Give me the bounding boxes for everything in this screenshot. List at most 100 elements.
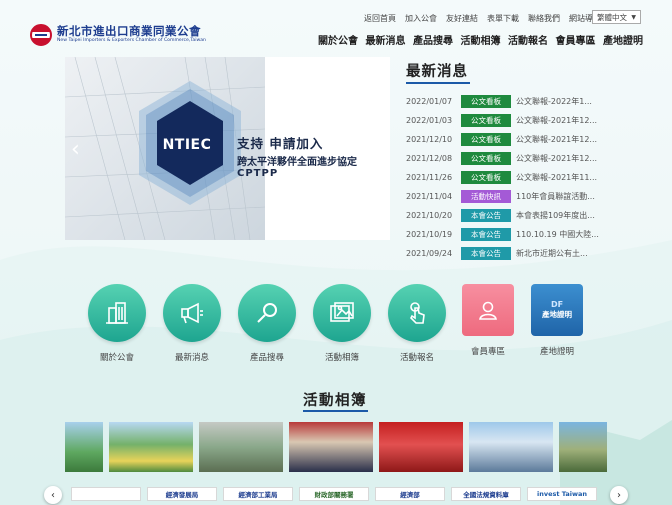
- chevron-left-icon[interactable]: ‹: [44, 486, 62, 504]
- quick-link-news[interactable]: 最新消息: [157, 284, 227, 363]
- album-photo[interactable]: [379, 422, 463, 472]
- partner-logo[interactable]: 經濟部: [375, 487, 445, 501]
- banner-subtitle: 跨太平洋夥伴全面進步協定: [237, 157, 357, 168]
- quick-link-certificate[interactable]: DF 產地證明 產地證明: [522, 284, 592, 357]
- quick-link-label: 活動報名: [399, 353, 434, 363]
- news-tag: 公文看板: [461, 114, 511, 127]
- album-photo[interactable]: [289, 422, 373, 472]
- quick-link-label: 最新消息: [174, 353, 209, 363]
- certificate-badge-text: 產地證明: [542, 310, 572, 319]
- news-text[interactable]: 公文聯報-2021年12...: [516, 153, 597, 164]
- banner-subtitle-cptpp: CPTPP: [237, 168, 279, 179]
- quick-link-label: 產地證明: [539, 347, 574, 357]
- partner-logo[interactable]: 經濟部工業局: [223, 487, 293, 501]
- news-text[interactable]: 110年會員聯誼活動...: [516, 191, 595, 202]
- quick-link-label: 產品搜尋: [249, 353, 284, 363]
- news-text[interactable]: 本會表揚109年度出...: [516, 210, 595, 221]
- link-join[interactable]: 加入公會: [405, 13, 437, 24]
- news-heading: 最新消息: [406, 64, 468, 80]
- nav-about[interactable]: 關於公會: [318, 32, 358, 47]
- news-tag: 公文看板: [461, 95, 511, 108]
- news-item[interactable]: 2022/01/03 公文看板 公文聯報-2021年12...: [406, 111, 666, 130]
- partner-logo[interactable]: [71, 487, 141, 501]
- partner-logo[interactable]: 經濟發展局: [147, 487, 217, 501]
- banner-hex-label: NTIEC: [162, 137, 212, 153]
- magnifier-icon: [238, 284, 296, 342]
- news-date: 2022/01/07: [406, 97, 453, 106]
- quick-link-product-search[interactable]: 產品搜尋: [232, 284, 302, 363]
- main-nav: 關於公會 最新消息 產品搜尋 活動相簿 活動報名 會員專區 產地證明: [318, 32, 651, 47]
- news-item[interactable]: 2021/11/04 活動快訊 110年會員聯誼活動...: [406, 187, 666, 206]
- album-photo[interactable]: [559, 422, 607, 472]
- link-contact[interactable]: 聯絡我們: [528, 13, 560, 24]
- logo-chinese-name: 新北市進出口商業同業公會: [57, 23, 201, 38]
- album-heading-rule: [303, 410, 368, 412]
- nav-news[interactable]: 最新消息: [366, 32, 406, 47]
- news-tag: 本會公告: [461, 247, 511, 260]
- news-text[interactable]: 110.10.19 中國大陸...: [516, 229, 599, 240]
- partner-logo[interactable]: 財政部關務署: [299, 487, 369, 501]
- partner-links: 經濟發展局 經濟部工業局 財政部關務署 經濟部 全國法規資料庫 invest T…: [65, 487, 605, 505]
- site-header: 新北市進出口商業同業公會 New Taipei Importers & Expo…: [0, 0, 672, 52]
- news-date: 2021/12/08: [406, 154, 453, 163]
- news-text[interactable]: 公文聯報-2021年11...: [516, 172, 597, 183]
- link-home[interactable]: 返回首頁: [364, 13, 396, 24]
- news-text[interactable]: 公文聯報-2021年12...: [516, 134, 597, 145]
- megaphone-icon: [163, 284, 221, 342]
- news-text[interactable]: 新北市近期公有土...: [516, 248, 588, 259]
- nav-members[interactable]: 會員專區: [556, 32, 596, 47]
- news-item[interactable]: 2021/12/10 公文看板 公文聯報-2021年12...: [406, 130, 666, 149]
- building-icon: [88, 284, 146, 342]
- quick-link-label: 會員專區: [470, 347, 505, 357]
- news-item[interactable]: 2021/12/08 公文看板 公文聯報-2021年12...: [406, 149, 666, 168]
- news-item[interactable]: 2021/10/20 本會公告 本會表揚109年度出...: [406, 206, 666, 225]
- album-carousel: [65, 422, 607, 472]
- quick-link-about[interactable]: 關於公會: [82, 284, 152, 363]
- language-selected: 繁體中文: [597, 12, 627, 22]
- certificate-icon: DF 產地證明: [531, 284, 583, 336]
- news-tag: 公文看板: [461, 171, 511, 184]
- news-date: 2022/01/03: [406, 116, 453, 125]
- album-photo[interactable]: [469, 422, 553, 472]
- nav-certificate[interactable]: 產地證明: [603, 32, 643, 47]
- quick-link-members[interactable]: 會員專區: [453, 284, 523, 357]
- nav-registration[interactable]: 活動報名: [508, 32, 548, 47]
- certificate-badge-top: DF: [550, 300, 564, 309]
- banner-title: 支持 申請加入: [237, 136, 324, 151]
- news-item[interactable]: 2022/01/07 公文看板 公文聯報-2022年1...: [406, 92, 666, 111]
- chevron-left-icon[interactable]: ‹: [71, 137, 80, 162]
- quick-links: 關於公會 最新消息 產品搜尋 活動相簿 活動報名 會員專區 DF 產地證明 產地…: [0, 284, 672, 374]
- news-text[interactable]: 公文聯報-2021年12...: [516, 115, 597, 126]
- news-tag: 公文看板: [461, 152, 511, 165]
- album-photo[interactable]: [199, 422, 283, 472]
- partner-logo[interactable]: invest Taiwan: [527, 487, 597, 501]
- quick-link-album[interactable]: 活動相簿: [307, 284, 377, 363]
- album-photo[interactable]: [65, 422, 103, 472]
- news-date: 2021/11/26: [406, 173, 453, 182]
- news-text[interactable]: 公文聯報-2022年1...: [516, 96, 592, 107]
- quick-link-label: 關於公會: [99, 353, 134, 363]
- nav-album[interactable]: 活動相簿: [461, 32, 501, 47]
- logo-english-name: New Taipei Importers & Exporters Chamber…: [57, 38, 206, 44]
- utility-links: 返回首頁 加入公會 友好連結 表單下載 聯絡我們 網站導覽: [364, 13, 610, 24]
- hero-banner[interactable]: NTIEC ‹ 支持 申請加入 跨太平洋夥伴全面進步協定 CPTPP: [65, 57, 390, 240]
- news-item[interactable]: 2021/10/19 本會公告 110.10.19 中國大陸...: [406, 225, 666, 244]
- news-item[interactable]: 2021/09/24 本會公告 新北市近期公有土...: [406, 244, 666, 263]
- photo-album-icon: [313, 284, 371, 342]
- site-logo[interactable]: 新北市進出口商業同業公會 New Taipei Importers & Expo…: [30, 24, 206, 46]
- language-select[interactable]: 繁體中文 ▼: [592, 10, 641, 24]
- partner-logo[interactable]: 全國法規資料庫: [451, 487, 521, 501]
- quick-link-registration[interactable]: 活動報名: [382, 284, 452, 363]
- news-tag: 本會公告: [461, 228, 511, 241]
- nav-product-search[interactable]: 產品搜尋: [413, 32, 453, 47]
- news-list: 2022/01/07 公文看板 公文聯報-2022年1... 2022/01/0…: [406, 92, 666, 263]
- chamber-emblem-icon: [30, 24, 52, 46]
- news-tag: 公文看板: [461, 133, 511, 146]
- link-friends[interactable]: 友好連結: [446, 13, 478, 24]
- album-photo[interactable]: [109, 422, 193, 472]
- news-date: 2021/09/24: [406, 249, 453, 258]
- news-heading-rule: [406, 82, 470, 84]
- chevron-right-icon[interactable]: ›: [610, 486, 628, 504]
- link-forms[interactable]: 表單下載: [487, 13, 519, 24]
- news-item[interactable]: 2021/11/26 公文看板 公文聯報-2021年11...: [406, 168, 666, 187]
